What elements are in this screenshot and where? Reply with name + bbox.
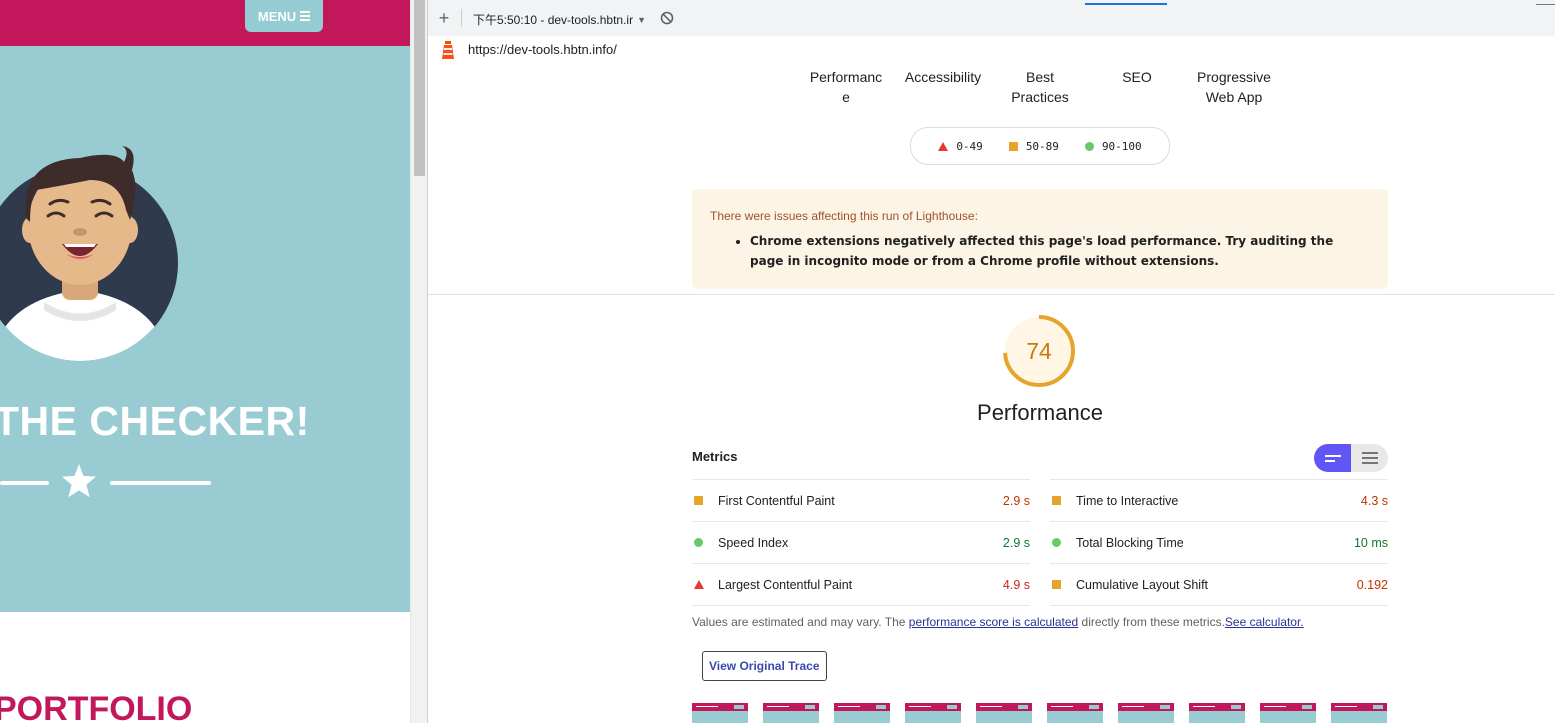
filmstrip-frame xyxy=(1331,703,1387,723)
warning-item: Chrome extensions negatively affected th… xyxy=(750,231,1370,271)
menu-button[interactable]: MENU xyxy=(245,0,323,32)
metrics-column-right: Time to Interactive 4.3 s Total Blocking… xyxy=(1050,479,1388,606)
metric-value: 4.3 s xyxy=(1360,493,1388,508)
legend-range: 50-89 xyxy=(1025,139,1059,153)
filmstrip-frame xyxy=(1189,703,1245,723)
circle-icon xyxy=(1084,141,1094,151)
square-icon xyxy=(1008,141,1018,151)
portfolio-heading: PORTFOLIO xyxy=(0,690,193,723)
filmstrip-frame xyxy=(692,703,748,723)
score-calculation-link[interactable]: performance score is calculated xyxy=(909,615,1078,629)
metric-row[interactable]: Largest Contentful Paint 4.9 s xyxy=(692,563,1030,606)
metric-row[interactable]: Time to Interactive 4.3 s xyxy=(1050,479,1388,521)
metric-name: Time to Interactive xyxy=(1076,493,1179,508)
performance-score: 74 xyxy=(1026,337,1052,364)
square-icon xyxy=(692,496,718,505)
filmstrip-frame xyxy=(1118,703,1174,723)
devtools-panel: + 下午5:50:10 - dev-tools.hbtn.ir ▼ https:… xyxy=(428,0,1555,723)
legend-range: 0-49 xyxy=(956,139,983,153)
run-warnings: There were issues affecting this run of … xyxy=(692,189,1388,289)
report-url-bar: https://dev-tools.hbtn.info/ xyxy=(428,36,1555,64)
note-text: Values are estimated and may vary. The xyxy=(692,615,909,629)
metric-name: Largest Contentful Paint xyxy=(718,577,853,592)
category-label-performance[interactable]: Performance xyxy=(806,67,886,107)
metric-row[interactable]: Total Blocking Time 10 ms xyxy=(1050,521,1388,563)
category-label-seo[interactable]: SEO xyxy=(1097,67,1177,87)
hero-section: THE CHECKER! xyxy=(0,46,410,612)
lighthouse-report: Performance Accessibility Best Practices… xyxy=(428,64,1555,723)
menu-label: MENU xyxy=(257,8,297,24)
block-icon[interactable] xyxy=(660,11,674,25)
lighthouse-toolbar: + 下午5:50:10 - dev-tools.hbtn.ir ▼ xyxy=(428,0,1555,37)
toggle-expanded-view-button[interactable] xyxy=(1351,444,1388,472)
active-tab-indicator xyxy=(1085,3,1167,5)
metric-value: 2.9 s xyxy=(1002,535,1030,550)
metric-name: Total Blocking Time xyxy=(1076,535,1184,550)
filmstrip xyxy=(692,703,1392,723)
warning-list: Chrome extensions negatively affected th… xyxy=(710,231,1370,271)
circle-icon xyxy=(1050,538,1076,547)
triangle-icon xyxy=(938,141,949,151)
note-text: directly from these metrics. xyxy=(1078,615,1225,629)
filmstrip-frame xyxy=(834,703,890,723)
legend-item-pass: 90-100 xyxy=(1084,139,1142,153)
legend-item-fail: 0-49 xyxy=(938,140,983,153)
chevron-down-icon: ▼ xyxy=(637,14,647,25)
circle-icon xyxy=(692,538,718,547)
triangle-icon xyxy=(692,580,718,589)
filmstrip-frame xyxy=(1260,703,1316,723)
report-selector[interactable]: 下午5:50:10 - dev-tools.hbtn.ir ▼ xyxy=(473,11,646,28)
filmstrip-frame xyxy=(976,703,1032,723)
star-icon xyxy=(62,464,96,498)
performance-title: Performance xyxy=(977,400,1103,425)
metric-row[interactable]: Speed Index 2.9 s xyxy=(692,521,1030,563)
hero-divider-line xyxy=(110,481,211,485)
site-navbar: MENU xyxy=(0,0,410,46)
avatar xyxy=(0,146,178,361)
website-preview: THE CHECKER! MENU PORTFOLIO xyxy=(0,0,410,723)
toolbar-separator xyxy=(461,9,462,27)
metric-value: 0.192 xyxy=(1356,577,1388,592)
add-report-button[interactable]: + xyxy=(434,8,454,28)
hamburger-icon xyxy=(300,9,311,23)
filmstrip-frame xyxy=(763,703,819,723)
filmstrip-frame xyxy=(905,703,961,723)
page-scrollbar[interactable] xyxy=(410,0,428,723)
metric-value: 4.9 s xyxy=(1002,577,1030,592)
metrics-note: Values are estimated and may vary. The p… xyxy=(692,615,1304,629)
metrics-header: Metrics xyxy=(692,449,738,464)
toggle-summary-view-button[interactable] xyxy=(1314,444,1351,472)
hero-divider-line xyxy=(0,481,49,485)
metric-name: Cumulative Layout Shift xyxy=(1076,577,1209,592)
metric-name: Speed Index xyxy=(718,535,789,550)
legend-item-average: 50-89 xyxy=(1008,139,1059,153)
lighthouse-icon xyxy=(442,41,454,59)
metrics-column-left: First Contentful Paint 2.9 s Speed Index… xyxy=(692,479,1030,606)
category-label-pwa[interactable]: Progressive Web App xyxy=(1186,67,1282,107)
score-legend: 0-49 50-89 90-100 xyxy=(910,127,1170,165)
metric-name: First Contentful Paint xyxy=(718,493,835,508)
square-icon xyxy=(1050,496,1076,505)
metric-value: 2.9 s xyxy=(1002,493,1030,508)
see-calculator-link[interactable]: See calculator. xyxy=(1225,615,1304,629)
category-label-best-practices[interactable]: Best Practices xyxy=(1000,67,1080,107)
hero-title: THE CHECKER! xyxy=(0,398,310,444)
filmstrip-frame xyxy=(1047,703,1103,723)
plus-icon: + xyxy=(438,7,450,28)
square-icon xyxy=(1050,580,1076,589)
metric-row[interactable]: First Contentful Paint 2.9 s xyxy=(692,479,1030,521)
metric-value: 10 ms xyxy=(1353,535,1388,550)
page-url[interactable]: https://dev-tools.hbtn.info/ xyxy=(468,42,617,57)
report-select-value: 下午5:50:10 - dev-tools.hbtn.ir xyxy=(473,13,634,27)
scrollbar-thumb[interactable] xyxy=(414,0,425,176)
category-label-accessibility[interactable]: Accessibility xyxy=(903,67,983,87)
legend-range: 90-100 xyxy=(1101,139,1142,153)
section-divider xyxy=(428,294,1555,295)
metric-row[interactable]: Cumulative Layout Shift 0.192 xyxy=(1050,563,1388,606)
view-original-trace-button[interactable]: View Original Trace xyxy=(702,651,827,681)
warning-title: There were issues affecting this run of … xyxy=(710,209,978,223)
toolbar-edge-line xyxy=(1536,4,1555,5)
metrics-view-toggle[interactable] xyxy=(1314,444,1388,472)
